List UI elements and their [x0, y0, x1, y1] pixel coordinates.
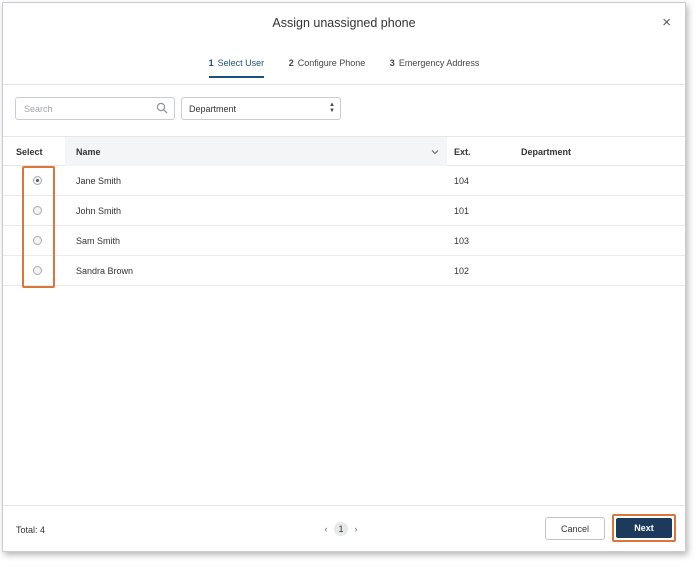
header-department: Department [521, 147, 572, 157]
name-column-highlight [65, 137, 447, 166]
close-icon[interactable]: × [662, 15, 671, 31]
step-select-user[interactable]: 1 Select User [208, 58, 265, 78]
row-name: Sam Smith [76, 236, 121, 246]
table-row[interactable]: John Smith 101 [3, 196, 685, 226]
total-count: Total: 4 [16, 525, 46, 535]
row-name: John Smith [76, 206, 122, 216]
dialog-footer: Total: 4 ‹ 1 › Cancel Next [3, 505, 685, 551]
search-icon[interactable] [156, 102, 168, 114]
row-name: Sandra Brown [76, 266, 134, 276]
step-label: Select User [217, 58, 265, 68]
step-emergency-address[interactable]: 3 Emergency Address [390, 58, 480, 75]
header-select: Select [16, 147, 43, 157]
chevron-down-icon[interactable] [431, 148, 439, 156]
pagination: ‹ 1 › [321, 522, 361, 536]
dialog-header: Assign unassigned phone × 1 Select User 2… [3, 3, 685, 85]
table-header: Select Name Ext. Department [3, 136, 685, 166]
cancel-button[interactable]: Cancel [545, 517, 605, 540]
users-table: Select Name Ext. Department Jane Smith 1… [3, 136, 685, 286]
row-ext: 102 [454, 266, 470, 276]
row-name: Jane Smith [76, 176, 122, 186]
assign-phone-dialog: Assign unassigned phone × 1 Select User 2… [2, 2, 686, 552]
next-button-highlight: Next [612, 514, 676, 542]
row-select-radio[interactable] [33, 176, 42, 185]
page-number[interactable]: 1 [334, 522, 348, 536]
department-select-value: Department [189, 104, 237, 114]
row-ext: 103 [454, 236, 470, 246]
department-select[interactable]: Department ▲ ▼ [181, 97, 341, 120]
header-ext: Ext. [454, 147, 471, 157]
search-input[interactable] [16, 98, 146, 119]
step-label: Configure Phone [297, 58, 366, 68]
row-select-radio[interactable] [33, 206, 42, 215]
step-configure-phone[interactable]: 2 Configure Phone [289, 58, 366, 75]
step-number: 3 [389, 58, 395, 68]
search-box [15, 97, 175, 120]
row-ext: 104 [454, 176, 470, 186]
next-button[interactable]: Next [616, 518, 672, 538]
select-arrows-icon: ▲ ▼ [329, 102, 335, 114]
row-select-radio[interactable] [33, 266, 42, 275]
header-name[interactable]: Name [76, 147, 101, 157]
wizard-steps: 1 Select User 2 Configure Phone 3 Emergency… [3, 58, 685, 78]
row-select-radio[interactable] [33, 236, 42, 245]
dialog-title: Assign unassigned phone [272, 16, 416, 30]
table-row[interactable]: Sandra Brown 102 [3, 256, 685, 286]
next-page-icon[interactable]: › [351, 524, 361, 534]
prev-page-icon[interactable]: ‹ [321, 524, 331, 534]
row-ext: 101 [454, 206, 470, 216]
step-number: 2 [288, 58, 294, 68]
table-row[interactable]: Jane Smith 104 [3, 166, 685, 196]
step-label: Emergency Address [398, 58, 480, 68]
table-row[interactable]: Sam Smith 103 [3, 226, 685, 256]
step-number: 1 [208, 58, 214, 68]
